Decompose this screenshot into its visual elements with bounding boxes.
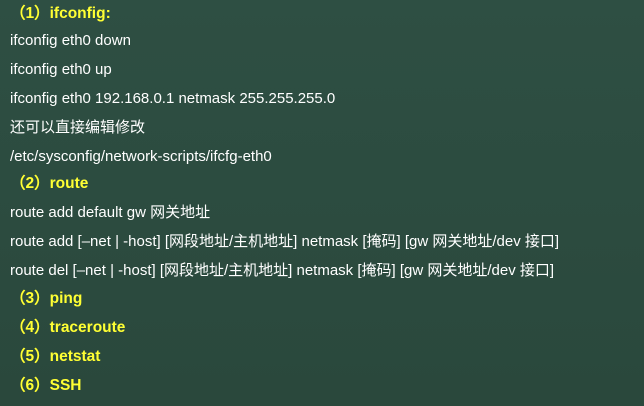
slide: （1）ifconfig: ifconfig eth0 down ifconfig…	[0, 0, 644, 406]
command-line: ifconfig eth0 down	[10, 32, 131, 49]
command-line: route add [–net | -host] [网段地址/主机地址] net…	[10, 233, 560, 250]
command-line: ifconfig eth0 up	[10, 61, 112, 78]
path-line: /etc/sysconfig/network-scripts/ifcfg-eth…	[10, 148, 272, 165]
section-heading-netstat: （5）netstat	[10, 348, 101, 365]
section-heading-ifconfig: （1）ifconfig:	[10, 5, 111, 22]
section-heading-ping: （3）ping	[10, 290, 83, 307]
command-line: ifconfig eth0 192.168.0.1 netmask 255.25…	[10, 90, 336, 107]
section-heading-traceroute: （4）traceroute	[10, 319, 126, 336]
note-line: 还可以直接编辑修改	[10, 119, 146, 136]
command-line: route del [–net | -host] [网段地址/主机地址] net…	[10, 262, 555, 279]
section-heading-ssh: （6）SSH	[10, 377, 82, 394]
command-line: route add default gw 网关地址	[10, 204, 211, 221]
section-heading-route: （2）route	[10, 175, 89, 192]
